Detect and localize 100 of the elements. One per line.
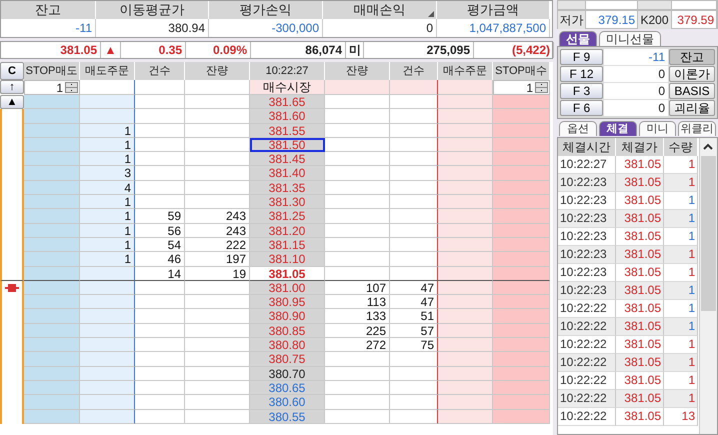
stop-buy-cell[interactable] xyxy=(493,195,550,210)
buy-order-cell[interactable] xyxy=(438,380,493,396)
buy-order-cell[interactable] xyxy=(438,152,493,166)
buy-order-cell[interactable] xyxy=(438,280,493,296)
buy-order-cell[interactable] xyxy=(438,252,493,267)
contract-button[interactable]: F 6 xyxy=(560,100,603,116)
sell-order-cell[interactable] xyxy=(80,295,135,310)
stop-buy-cell[interactable] xyxy=(493,138,550,152)
stop-buy-cell[interactable] xyxy=(493,238,550,252)
stop-sell-cell[interactable] xyxy=(24,380,80,396)
stop-sell-cell[interactable] xyxy=(24,166,80,181)
stop-sell-cell[interactable] xyxy=(24,124,80,138)
sell-order-cell[interactable] xyxy=(80,266,135,281)
sell-order-cell[interactable]: 1 xyxy=(80,138,135,152)
stop-buy-cell[interactable] xyxy=(493,410,550,424)
sell-order-cell[interactable] xyxy=(80,410,135,424)
sell-order-cell[interactable]: 1 xyxy=(80,209,135,224)
buy-order-cell[interactable] xyxy=(438,295,493,310)
sell-order-cell[interactable] xyxy=(80,309,135,324)
sell-order-cell[interactable] xyxy=(80,280,135,296)
buy-order-cell[interactable] xyxy=(438,209,493,224)
stop-buy-cell[interactable] xyxy=(493,266,550,281)
stop-buy-cell[interactable] xyxy=(493,252,550,267)
stop-buy-cell[interactable] xyxy=(493,395,550,410)
stop-buy-cell[interactable] xyxy=(493,280,550,296)
stop-sell-cell[interactable] xyxy=(24,109,80,124)
view-button[interactable]: 이론가 xyxy=(669,66,715,82)
sell-order-cell[interactable]: 1 xyxy=(80,224,135,238)
stop-sell-cell[interactable] xyxy=(24,352,80,367)
stop-sell-cell[interactable] xyxy=(24,224,80,238)
stop-buy-cell[interactable] xyxy=(493,324,550,338)
price-cell[interactable]: 380.70 xyxy=(250,366,325,381)
contract-button[interactable]: F 9 xyxy=(560,49,603,65)
stop-sell-cell[interactable] xyxy=(24,410,80,424)
stop-buy-cell[interactable] xyxy=(493,224,550,238)
stop-buy-cell[interactable] xyxy=(493,209,550,224)
buy-order-cell[interactable] xyxy=(438,309,493,324)
view-button[interactable]: BASIS xyxy=(669,83,715,99)
sell-order-cell[interactable]: 1 xyxy=(80,124,135,138)
buy-order-cell[interactable] xyxy=(438,124,493,138)
spinner-icon[interactable] xyxy=(535,82,548,93)
buy-order-cell[interactable] xyxy=(438,266,493,281)
tab[interactable]: 미니선물 xyxy=(599,31,661,46)
stop-buy-cell[interactable] xyxy=(493,166,550,181)
stop-sell-cell[interactable] xyxy=(24,252,80,267)
buy-order-cell[interactable] xyxy=(438,224,493,238)
stop-sell-cell[interactable] xyxy=(24,324,80,338)
tab[interactable]: 체결 xyxy=(598,121,636,136)
sell-order-cell[interactable]: 1 xyxy=(80,152,135,166)
sell-order-cell[interactable] xyxy=(80,352,135,367)
stop-buy-cell[interactable] xyxy=(493,366,550,381)
stop-sell-cell[interactable] xyxy=(24,338,80,352)
sell-order-cell[interactable]: 1 xyxy=(80,252,135,267)
view-button[interactable]: 괴리율 xyxy=(669,100,715,116)
stop-sell-cell[interactable] xyxy=(24,138,80,152)
stop-sell-cell[interactable] xyxy=(24,395,80,410)
sell-order-cell[interactable]: 1 xyxy=(80,195,135,210)
buy-order-cell[interactable] xyxy=(438,338,493,352)
buy-order-cell[interactable] xyxy=(438,195,493,210)
stop-buy-cell[interactable] xyxy=(493,295,550,310)
clear-button[interactable]: C xyxy=(0,62,24,80)
stop-buy-cell[interactable] xyxy=(493,338,550,352)
stop-sell-cell[interactable] xyxy=(24,152,80,166)
stop-buy-cell[interactable] xyxy=(493,109,550,124)
buy-order-cell[interactable] xyxy=(438,238,493,252)
stop-buy-cell[interactable] xyxy=(493,352,550,367)
top-button[interactable]: ▲ xyxy=(0,95,24,109)
stop-sell-cell[interactable] xyxy=(24,309,80,324)
buy-order-cell[interactable] xyxy=(438,410,493,424)
sell-order-cell[interactable] xyxy=(80,338,135,352)
tab[interactable]: 선물 xyxy=(559,31,597,46)
scrollbar-thumb[interactable] xyxy=(701,156,716,311)
stop-buy-cell[interactable] xyxy=(493,309,550,324)
stop-sell-cell[interactable] xyxy=(24,266,80,281)
stop-buy-cell[interactable] xyxy=(493,95,550,110)
buy-order-cell[interactable] xyxy=(438,138,493,152)
sell-order-cell[interactable] xyxy=(80,380,135,396)
sell-order-cell[interactable] xyxy=(80,395,135,410)
buy-order-cell[interactable] xyxy=(438,395,493,410)
price-cell[interactable]: 381.05 xyxy=(250,266,325,281)
stop-buy-cell[interactable] xyxy=(493,124,550,138)
buy-order-cell[interactable] xyxy=(438,109,493,124)
buy-order-cell[interactable] xyxy=(438,166,493,181)
scroll-up-button[interactable]: ↑ xyxy=(0,80,24,94)
sell-order-cell[interactable]: 4 xyxy=(80,180,135,196)
sell-order-cell[interactable]: 3 xyxy=(80,166,135,181)
sell-order-cell[interactable] xyxy=(80,324,135,338)
stop-sell-cell[interactable] xyxy=(24,180,80,196)
stop-sell-cell[interactable] xyxy=(24,238,80,252)
buy-order-cell[interactable] xyxy=(438,180,493,196)
stop-sell-cell[interactable] xyxy=(24,195,80,210)
contract-button[interactable]: F 3 xyxy=(560,83,603,99)
contract-button[interactable]: F 12 xyxy=(560,66,603,82)
stop-sell-cell[interactable] xyxy=(24,280,80,296)
buy-order-cell[interactable] xyxy=(438,95,493,110)
market-buy-button[interactable]: 매수시장 xyxy=(250,80,325,95)
sell-order-cell[interactable] xyxy=(80,95,135,110)
stop-buy-cell[interactable] xyxy=(493,180,550,196)
spinner-icon[interactable] xyxy=(65,82,78,93)
stop-sell-cell[interactable] xyxy=(24,209,80,224)
